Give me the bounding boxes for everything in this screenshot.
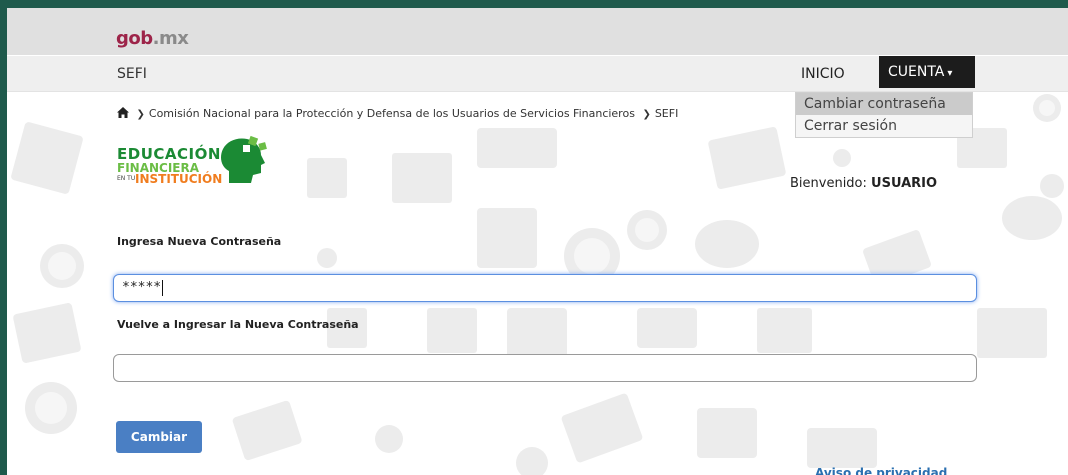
nav-cuenta-menu[interactable]: CUENTA ▾ xyxy=(879,56,975,88)
site-navbar: SEFI INICIO CUENTA ▾ xyxy=(7,56,1068,92)
aviso-privacidad-link[interactable]: Aviso de privacidad xyxy=(815,466,947,475)
new-password-label: Ingresa Nueva Contraseña xyxy=(117,235,282,248)
cuenta-dropdown: Cambiar contraseña Cerrar sesión xyxy=(795,92,973,138)
username: USUARIO xyxy=(871,176,938,191)
educacion-financiera-logo: EDUCACIÓN FINANCIERA EN TU INSTITUCIÓN xyxy=(117,135,277,193)
site-name-link[interactable]: SEFI xyxy=(117,66,147,82)
chevron-right-icon: ❯ xyxy=(642,109,651,120)
nav-cuenta-label: CUENTA xyxy=(888,64,945,80)
menu-item-cerrar-sesion[interactable]: Cerrar sesión xyxy=(796,115,972,137)
breadcrumb-item-sefi[interactable]: SEFI xyxy=(655,107,679,120)
new-password-input[interactable]: ***** xyxy=(113,274,977,302)
gob-mx-logo[interactable]: gob.mx xyxy=(116,28,189,49)
menu-item-cambiar-contrasena[interactable]: Cambiar contraseña xyxy=(796,93,972,115)
chevron-down-icon: ▾ xyxy=(947,68,953,79)
confirm-password-label: Vuelve a Ingresar la Nueva Contraseña xyxy=(117,318,359,331)
nav-inicio-link[interactable]: INICIO xyxy=(801,66,845,82)
home-icon[interactable] xyxy=(117,107,129,118)
confirm-password-input[interactable] xyxy=(113,354,977,382)
browser-viewport: gob.mx SEFI INICIO CUENTA ▾ Cambiar contr… xyxy=(7,8,1068,475)
breadcrumb: ❯ Comisión Nacional para la Protección y … xyxy=(117,107,678,120)
cambiar-button[interactable]: Cambiar xyxy=(116,421,202,453)
breadcrumb-item-condusef[interactable]: Comisión Nacional para la Protección y D… xyxy=(149,107,635,120)
government-header: gob.mx xyxy=(7,8,1068,55)
head-puzzle-icon xyxy=(221,135,267,183)
chevron-right-icon: ❯ xyxy=(136,109,145,120)
text-cursor xyxy=(162,279,164,296)
welcome-message: Bienvenido: USUARIO xyxy=(790,176,938,191)
